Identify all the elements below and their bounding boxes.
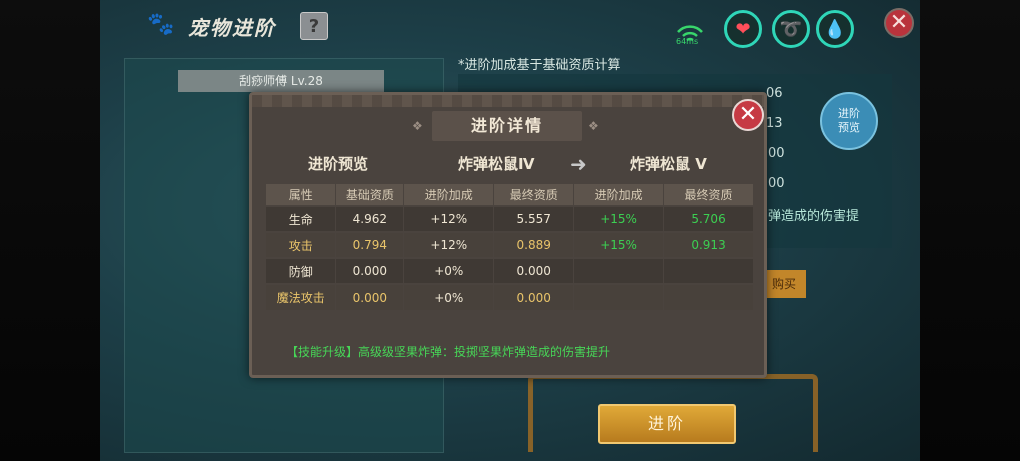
final-value: 0.889 xyxy=(493,231,575,258)
bonus-value: +12% xyxy=(403,205,495,232)
paw-icon: 🐾 xyxy=(147,12,175,37)
buy-button[interactable]: 购买 xyxy=(762,270,806,298)
next-bonus-value: +15% xyxy=(573,205,665,232)
page-title: 宠物进阶 xyxy=(188,16,276,40)
close-page-button[interactable]: ✕ xyxy=(884,8,914,38)
column-header: 属性 xyxy=(266,184,337,206)
arrow-right-icon: ➜ xyxy=(570,152,587,176)
next-bonus-value xyxy=(573,283,665,310)
current-stage-name: 炸弹松鼠Ⅳ xyxy=(458,155,535,173)
network-speed: 64ms xyxy=(676,37,699,46)
advance-preview-button[interactable]: 进阶 预览 xyxy=(820,92,878,150)
bonus-value: +0% xyxy=(403,257,495,284)
food-icon[interactable]: ➰ xyxy=(772,10,810,48)
preview-label: 进阶预览 xyxy=(308,155,369,173)
next-final-value xyxy=(663,283,754,310)
table-header-row: 属性 基础资质 进阶加成 最终资质 进阶加成 最终资质 xyxy=(266,184,754,206)
bg-stat-value: 06 xyxy=(766,86,783,101)
column-header: 基础资质 xyxy=(335,184,405,206)
attr-name: 魔法攻击 xyxy=(266,283,337,310)
base-value: 0.000 xyxy=(335,283,405,310)
base-value: 4.962 xyxy=(335,205,405,232)
attr-name: 生命 xyxy=(266,205,337,232)
final-value: 0.000 xyxy=(493,257,575,284)
screen: 🐾 宠物进阶 ? 64ms ❤ ➰ 💧 ✕ 刮痧师傅 Lv.28 *进阶加成基于… xyxy=(0,0,1020,461)
bg-stat-value: 00 xyxy=(768,176,785,191)
attributes-table: 属性 基础资质 进阶加成 最终资质 进阶加成 最终资质 生命 4.962 +12… xyxy=(266,184,754,310)
table-row: 魔法攻击 0.000 +0% 0.000 xyxy=(266,283,754,310)
next-final-value: 5.706 xyxy=(663,205,754,232)
base-value: 0.000 xyxy=(335,257,405,284)
next-stage-name: 炸弹松鼠 Ⅴ xyxy=(630,155,707,173)
advance-note: *进阶加成基于基础资质计算 xyxy=(458,58,621,73)
table-row: 防御 0.000 +0% 0.000 xyxy=(266,257,754,284)
water-drop-icon[interactable]: 💧 xyxy=(816,10,854,48)
modal-close-button[interactable]: ✕ xyxy=(732,99,764,131)
attr-name: 攻击 xyxy=(266,231,337,258)
next-bonus-value: +15% xyxy=(573,231,665,258)
base-value: 0.794 xyxy=(335,231,405,258)
pet-name-label: 刮痧师傅 Lv.28 xyxy=(178,70,384,92)
column-header: 最终资质 xyxy=(663,184,754,206)
advance-button[interactable]: 进阶 xyxy=(598,404,736,444)
table-row: 生命 4.962 +12% 5.557 +15% 5.706 xyxy=(266,205,754,232)
final-value: 5.557 xyxy=(493,205,575,232)
advance-preview-label: 进阶 预览 xyxy=(838,107,860,134)
ornament-icon: ❖ xyxy=(588,119,599,133)
ornament-icon: ❖ xyxy=(412,119,423,133)
next-final-value: 0.913 xyxy=(663,231,754,258)
bonus-value: +0% xyxy=(403,283,495,310)
skill-upgrade-text: 【技能升级】高级级坚果炸弹：投掷坚果炸弹造成的伤害提升 xyxy=(286,345,611,359)
advance-details-dialog: ❖ 进阶详情 ❖ ✕ 进阶预览 炸弹松鼠Ⅳ ➜ 炸弹松鼠 Ⅴ 属性 基础资质 进… xyxy=(249,92,767,378)
game-viewport: 🐾 宠物进阶 ? 64ms ❤ ➰ 💧 ✕ 刮痧师傅 Lv.28 *进阶加成基于… xyxy=(100,0,920,461)
modal-ornament-band xyxy=(252,95,764,107)
column-header: 进阶加成 xyxy=(403,184,495,206)
modal-title: 进阶详情 xyxy=(432,111,582,141)
table-row: 攻击 0.794 +12% 0.889 +15% 0.913 xyxy=(266,231,754,258)
help-button[interactable]: ? xyxy=(300,12,328,40)
column-header: 进阶加成 xyxy=(573,184,665,206)
heart-icon[interactable]: ❤ xyxy=(724,10,762,48)
next-final-value xyxy=(663,257,754,284)
final-value: 0.000 xyxy=(493,283,575,310)
column-header: 最终资质 xyxy=(493,184,575,206)
bg-stat-value: 00 xyxy=(768,146,785,161)
attr-name: 防御 xyxy=(266,257,337,284)
bg-stat-value: 13 xyxy=(766,116,783,131)
bonus-value: +12% xyxy=(403,231,495,258)
next-bonus-value xyxy=(573,257,665,284)
bg-skill-text: 弹造成的伤害提 xyxy=(768,209,860,224)
